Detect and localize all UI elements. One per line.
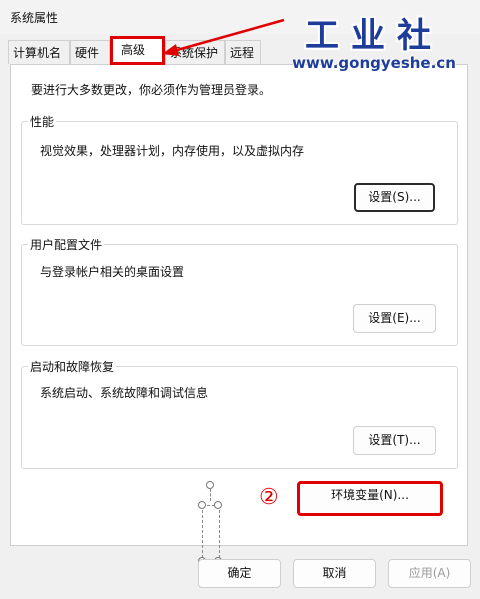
tab-advanced[interactable]: 高级 [110, 36, 165, 65]
resize-handle-icon[interactable] [214, 501, 222, 509]
watermark-url: www.gongyeshe.cn [292, 54, 456, 72]
resize-handle-icon[interactable] [198, 501, 206, 509]
startup-recovery-legend: 启动和故障恢复 [28, 358, 117, 375]
performance-group: 性能 视觉效果，处理器计划，内存使用，以及虚拟内存 设置(S)... [21, 113, 458, 225]
performance-legend: 性能 [28, 113, 57, 130]
admin-note: 要进行大多数更改，你必须作为管理员登录。 [31, 83, 272, 97]
cancel-button[interactable]: 取消 [293, 559, 376, 588]
selection-box [202, 505, 220, 563]
advanced-panel: 要进行大多数更改，你必须作为管理员登录。 性能 视觉效果，处理器计划，内存使用，… [10, 64, 468, 546]
user-profiles-legend: 用户配置文件 [28, 236, 105, 253]
startup-recovery-group: 启动和故障恢复 系统启动、系统故障和调试信息 设置(T)... [21, 358, 458, 469]
resize-handle-icon[interactable] [206, 481, 214, 489]
user-profiles-group: 用户配置文件 与登录帐户相关的桌面设置 设置(E)... [21, 236, 458, 346]
user-profiles-desc: 与登录帐户相关的桌面设置 [40, 265, 185, 279]
apply-button[interactable]: 应用(A) [388, 559, 471, 588]
user-profiles-settings-button[interactable]: 设置(E)... [353, 304, 436, 333]
performance-settings-button[interactable]: 设置(S)... [354, 183, 435, 212]
connector-line [210, 489, 211, 501]
performance-desc: 视觉效果，处理器计划，内存使用，以及虚拟内存 [40, 144, 305, 158]
ok-button[interactable]: 确定 [198, 559, 281, 588]
startup-recovery-desc: 系统启动、系统故障和调试信息 [40, 386, 209, 400]
environment-variables-button[interactable]: 环境变量(N)... [297, 481, 443, 516]
window-title: 系统属性 [10, 11, 59, 25]
startup-recovery-settings-button[interactable]: 设置(T)... [353, 426, 436, 455]
watermark-title: 工业社 [305, 16, 443, 56]
step-marker: ② [259, 485, 279, 510]
annotation-arrow-icon [162, 18, 285, 56]
tab-computer-name[interactable]: 计算机名 [8, 40, 70, 64]
tab-hardware[interactable]: 硬件 [70, 40, 110, 64]
watermark-logo: 工业社 www.gongyeshe.cn [276, 8, 472, 84]
system-properties-window: 系统属性 计算机名 硬件 高级 系统保护 远程 要进行大多数更改，你必须作为管理… [0, 0, 480, 599]
